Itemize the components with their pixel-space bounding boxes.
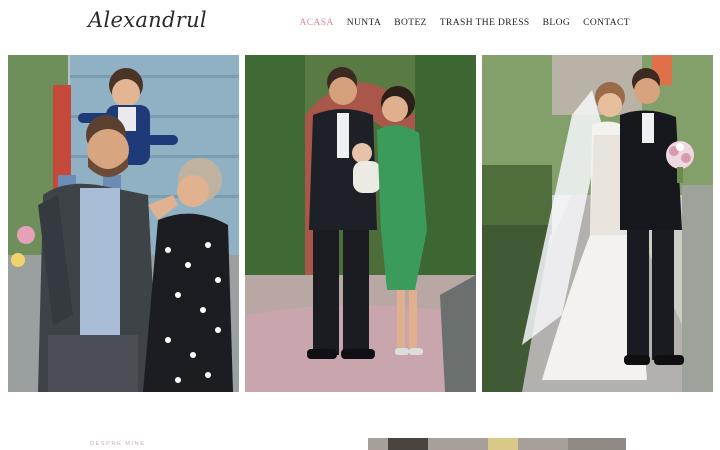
nav-item-botez[interactable]: BOTEZ	[394, 18, 427, 28]
family-photo-image	[8, 55, 239, 392]
family-photo[interactable]	[8, 55, 239, 392]
baptism-family-photo[interactable]	[245, 55, 476, 392]
nav-item-contact[interactable]: CONTACT	[583, 18, 630, 28]
site-header: Alexandrul ACASA NUNTA BOTEZ TRASH THE D…	[0, 0, 720, 52]
nav-item-blog[interactable]: BLOG	[543, 18, 570, 28]
nav-item-acasa[interactable]: ACASA	[300, 18, 334, 28]
about-section-label: DESPRE MINE	[90, 441, 146, 447]
about-photo-image	[368, 438, 626, 450]
site-logo[interactable]: Alexandrul	[88, 8, 207, 32]
wedding-couple-photo[interactable]	[482, 55, 713, 392]
about-photo	[368, 438, 626, 450]
main-nav: ACASA NUNTA BOTEZ TRASH THE DRESS BLOG C…	[300, 18, 630, 28]
nav-item-trash-the-dress[interactable]: TRASH THE DRESS	[440, 18, 530, 28]
wedding-couple-photo-image	[482, 55, 713, 392]
baptism-family-photo-image	[245, 55, 476, 392]
nav-item-nunta[interactable]: NUNTA	[347, 18, 382, 28]
